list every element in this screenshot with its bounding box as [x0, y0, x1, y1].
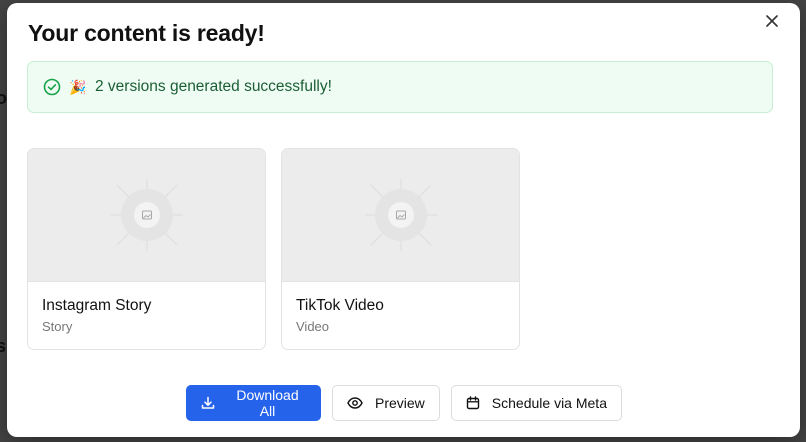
version-card-tiktok-video[interactable]: TikTok Video Video: [281, 148, 520, 350]
version-cards: Instagram Story Story TikTok Video Video: [27, 148, 520, 350]
background-fragment: s: [0, 336, 7, 356]
version-type: Video: [296, 319, 330, 334]
version-type: Story: [42, 319, 73, 334]
success-message: 2 versions generated successfully!: [95, 78, 332, 95]
version-thumbnail: [282, 149, 519, 282]
calendar-icon: [466, 396, 480, 410]
download-all-label: Download All: [236, 387, 299, 419]
content-ready-modal: Your content is ready! 🎉 2 versions gene…: [7, 3, 800, 437]
version-title: Instagram Story: [42, 297, 152, 314]
image-placeholder-icon: [110, 179, 183, 251]
download-icon: [201, 396, 215, 410]
close-icon: [766, 15, 778, 27]
version-thumbnail: [28, 149, 265, 282]
schedule-label: Schedule via Meta: [491, 395, 607, 411]
success-banner: 🎉 2 versions generated successfully!: [27, 61, 773, 113]
preview-label: Preview: [375, 395, 425, 411]
schedule-via-meta-button[interactable]: Schedule via Meta: [450, 385, 622, 421]
close-button[interactable]: [762, 11, 782, 31]
image-placeholder-icon: [364, 179, 437, 251]
version-card-instagram-story[interactable]: Instagram Story Story: [27, 148, 266, 350]
eye-icon: [347, 397, 363, 409]
modal-title: Your content is ready!: [28, 20, 265, 46]
download-all-button[interactable]: Download All: [186, 385, 321, 421]
preview-button[interactable]: Preview: [332, 385, 440, 421]
modal-actions: Download All Preview Schedule via Meta: [186, 385, 622, 421]
background-fragment: o: [0, 88, 7, 108]
version-title: TikTok Video: [296, 297, 384, 314]
check-circle-icon: [43, 78, 61, 96]
party-popper-icon: 🎉: [69, 78, 87, 95]
